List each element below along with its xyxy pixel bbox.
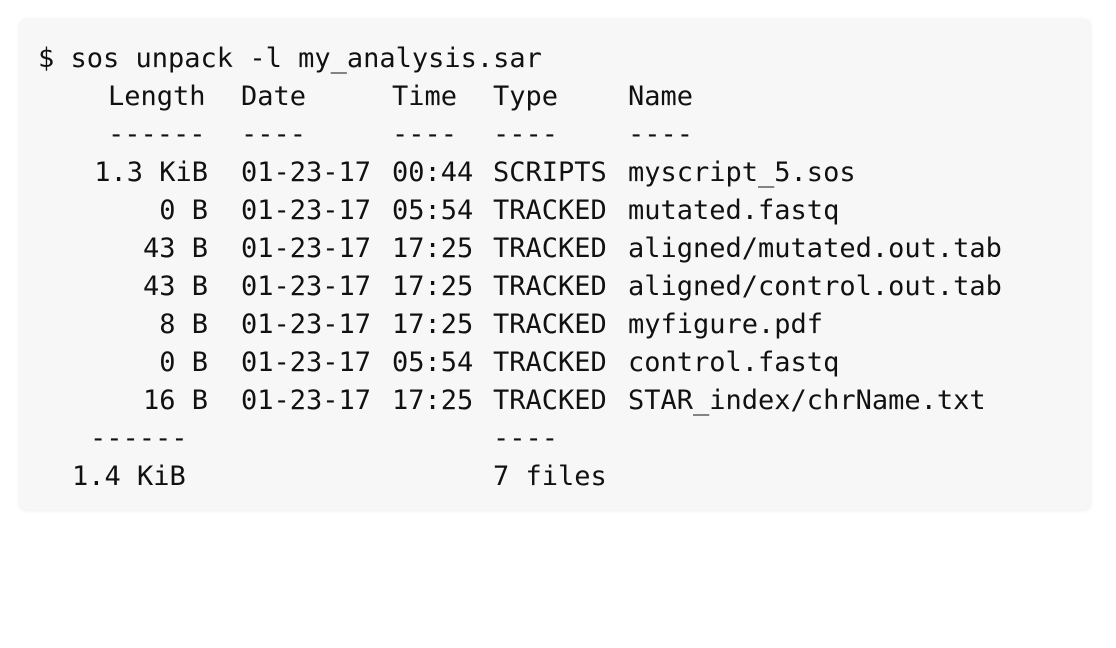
row-time: 17:25 [392, 271, 474, 302]
row-length: 0 B [159, 347, 208, 378]
terminal-window: $ sos unpack -l my_analysis.sar Length D… [20, 20, 1090, 510]
table-row: 0 B 01-23-17 05:54 TRACKED mutated.fastq [20, 192, 839, 230]
column-header-length: Length [108, 81, 206, 112]
rule-length: ------ [108, 119, 206, 150]
rule-type: ---- [493, 119, 559, 150]
table-row: 16 B 01-23-17 17:25 TRACKED STAR_index/c… [20, 382, 986, 420]
header-rule: ------ ---- ---- ---- ---- [20, 116, 693, 154]
footer-rule-length: ------ [90, 423, 188, 454]
row-name: mutated.fastq [628, 195, 840, 226]
row-date: 01-23-17 [241, 347, 372, 378]
footer-rule-type: ---- [493, 423, 559, 454]
column-header-date: Date [241, 81, 307, 112]
column-header-type: Type [493, 81, 559, 112]
row-length: 8 B [159, 309, 208, 340]
rule-time: ---- [392, 119, 458, 150]
table-row: 0 B 01-23-17 05:54 TRACKED control.fastq [20, 344, 839, 382]
column-header-name: Name [628, 81, 694, 112]
row-date: 01-23-17 [241, 195, 372, 226]
table-row: 43 B 01-23-17 17:25 TRACKED aligned/muta… [20, 230, 1002, 268]
row-name: myscript_5.sos [628, 157, 856, 188]
row-type: TRACKED [493, 233, 607, 264]
rule-date: ---- [241, 119, 307, 150]
row-date: 01-23-17 [241, 309, 372, 340]
row-length: 0 B [159, 195, 208, 226]
row-date: 01-23-17 [241, 157, 372, 188]
row-name: aligned/mutated.out.tab [628, 233, 1002, 264]
row-date: 01-23-17 [241, 385, 372, 416]
row-length: 43 B [142, 271, 208, 302]
table-row: 43 B 01-23-17 17:25 TRACKED aligned/cont… [20, 268, 1002, 306]
row-name: myfigure.pdf [628, 309, 824, 340]
table-header: Length Date Time Type Name [20, 78, 693, 116]
row-type: TRACKED [493, 347, 607, 378]
row-type: TRACKED [493, 385, 607, 416]
row-length: 43 B [142, 233, 208, 264]
row-type: SCRIPTS [493, 157, 607, 188]
row-length: 16 B [142, 385, 208, 416]
row-time: 05:54 [392, 347, 474, 378]
footer-rule: ------ ---- [20, 420, 558, 458]
command-line: $ sos unpack -l my_analysis.sar [20, 40, 542, 78]
row-date: 01-23-17 [241, 233, 372, 264]
row-type: TRACKED [493, 271, 607, 302]
row-name: aligned/control.out.tab [628, 271, 1002, 302]
table-row: 1.3 KiB 01-23-17 00:44 SCRIPTS myscript_… [20, 154, 855, 192]
row-name: control.fastq [628, 347, 840, 378]
column-header-time: Time [392, 81, 458, 112]
row-date: 01-23-17 [241, 271, 372, 302]
total-size: 1.4 KiB [72, 461, 186, 492]
row-name: STAR_index/chrName.txt [628, 385, 986, 416]
command-text: $ sos unpack -l my_analysis.sar [38, 43, 542, 74]
row-type: TRACKED [493, 309, 607, 340]
rule-name: ---- [628, 119, 694, 150]
row-time: 17:25 [392, 233, 474, 264]
row-time: 17:25 [392, 309, 474, 340]
footer-totals: 1.4 KiB 7 files [20, 458, 607, 496]
file-count: 7 files [493, 461, 607, 492]
table-row: 8 B 01-23-17 17:25 TRACKED myfigure.pdf [20, 306, 823, 344]
row-time: 00:44 [392, 157, 474, 188]
row-length: 1.3 KiB [94, 157, 208, 188]
row-time: 17:25 [392, 385, 474, 416]
row-type: TRACKED [493, 195, 607, 226]
row-time: 05:54 [392, 195, 474, 226]
